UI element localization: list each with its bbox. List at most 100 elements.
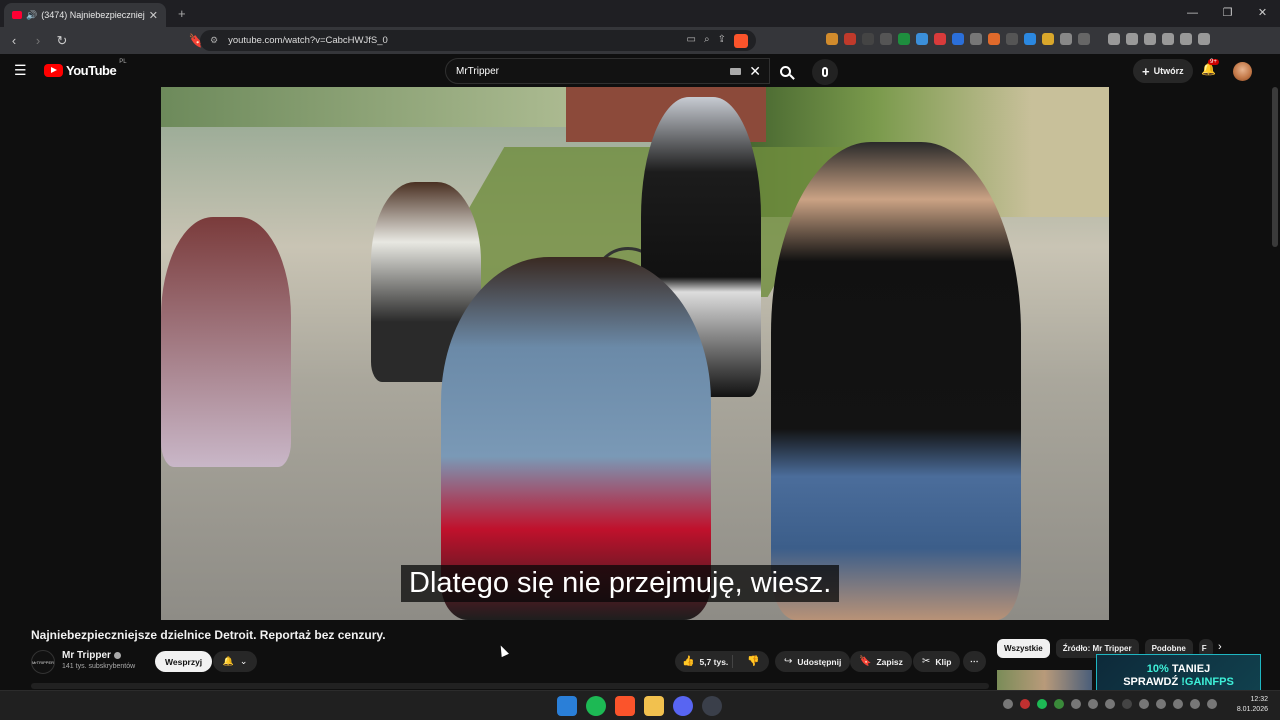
youtube-favicon-icon — [12, 11, 22, 19]
like-count: 5,7 tys. — [699, 656, 729, 667]
maximize-button[interactable]: ❐ — [1210, 0, 1245, 27]
menu-icon[interactable] — [1198, 33, 1210, 45]
video-frame-person — [161, 217, 291, 467]
browser-tab-youtube[interactable]: 🔊 (3474) Najniebezpieczniejsze ✕ — [4, 3, 166, 27]
tray-spotify-icon[interactable] — [1037, 699, 1047, 709]
notifications-button[interactable]: 🔔 9+ — [1201, 59, 1219, 76]
file-explorer-icon[interactable] — [644, 696, 664, 716]
tray-app-icon[interactable] — [1003, 699, 1013, 709]
extension-icon[interactable] — [916, 33, 928, 45]
search-query: MrTripper — [456, 65, 499, 77]
volume-icon[interactable] — [1207, 699, 1217, 709]
system-clock[interactable]: 12:32 8.01.2026 — [1228, 695, 1268, 715]
video-title: Najniebezpieczniejsze dzielnice Detroit.… — [31, 628, 386, 642]
scissors-icon: ✂ — [922, 656, 931, 667]
vpn-icon[interactable] — [1180, 33, 1192, 45]
tray-chevron-icon[interactable] — [1071, 699, 1081, 709]
extension-icon[interactable] — [1006, 33, 1018, 45]
puzzle-icon[interactable] — [1060, 33, 1072, 45]
tray-app-icon[interactable] — [1054, 699, 1064, 709]
dislike-button[interactable]: 👎 — [738, 656, 759, 667]
recommended-video-thumbnail[interactable] — [997, 670, 1092, 690]
steam-icon[interactable] — [702, 696, 722, 716]
extension-icon[interactable] — [826, 33, 838, 45]
extension-icon[interactable] — [952, 33, 964, 45]
thumbs-down-icon: 👎 — [747, 656, 760, 667]
discord-icon[interactable] — [673, 696, 693, 716]
search-input[interactable]: MrTripper ✕ — [445, 58, 770, 84]
page-scrollbar[interactable] — [1272, 87, 1278, 247]
channel-avatar[interactable]: MrTRIPPER — [31, 650, 55, 674]
brave-shields-icon[interactable] — [734, 33, 748, 48]
share-button[interactable]: ↪ Udostępnij — [775, 651, 851, 672]
tray-app-icon[interactable] — [1088, 699, 1098, 709]
voice-search-button[interactable] — [812, 59, 838, 85]
chevron-down-icon: ⌄ — [239, 656, 248, 666]
reload-icon[interactable]: ↻ — [52, 33, 72, 49]
new-tab-button[interactable]: + — [178, 6, 186, 21]
video-player[interactable]: Dlatego się nie przejmuję, wiesz. — [161, 87, 1109, 620]
clock-time: 12:32 — [1250, 696, 1268, 703]
extension-icon[interactable] — [862, 33, 874, 45]
zoom-icon[interactable]: ⌕ — [704, 34, 710, 48]
spotify-icon[interactable] — [586, 696, 606, 716]
youtube-logo[interactable]: YouTube PL — [44, 59, 127, 78]
subscribed-notifications-button[interactable]: 🔔 ⌄ — [213, 651, 257, 672]
network-icon[interactable] — [1190, 699, 1200, 709]
search-button[interactable] — [770, 58, 800, 84]
url-bar[interactable]: ⚙ youtube.com/watch?v=CabcHWJfS_0 ▭ ⌕ ⇪ — [200, 30, 756, 51]
extension-icon[interactable] — [934, 33, 946, 45]
minimize-button[interactable]: — — [1175, 0, 1210, 27]
back-icon[interactable]: ‹ — [4, 33, 24, 48]
extension-icon[interactable] — [898, 33, 910, 45]
extension-icon[interactable] — [1042, 33, 1054, 45]
create-button[interactable]: + Utwórz — [1133, 59, 1193, 83]
microphone-tray-icon[interactable] — [1156, 699, 1166, 709]
hamburger-menu-icon[interactable]: ☰ — [14, 62, 30, 79]
extensions-row — [826, 33, 1210, 45]
site-info-icon[interactable]: ⚙ — [210, 35, 218, 46]
forward-icon[interactable]: › — [28, 33, 48, 48]
brave-browser-icon[interactable] — [615, 696, 635, 716]
close-tab-icon[interactable]: ✕ — [149, 9, 158, 22]
close-window-button[interactable]: ✕ — [1245, 0, 1280, 27]
verified-icon — [113, 651, 121, 659]
extension-icon[interactable] — [1078, 33, 1090, 45]
like-dislike-group: 👍 5,7 tys. 👎 — [675, 651, 769, 672]
microphone-icon — [822, 67, 828, 77]
save-button[interactable]: 🔖 Zapisz — [850, 651, 912, 672]
channel-name[interactable]: Mr Tripper — [62, 650, 121, 661]
extension-icon[interactable] — [880, 33, 892, 45]
clip-button[interactable]: ✂ Klip — [913, 651, 961, 672]
tray-steam-icon[interactable] — [1105, 699, 1115, 709]
chevron-right-icon[interactable]: › — [1218, 641, 1222, 653]
bell-outline-icon: 🔔 — [222, 656, 234, 666]
display-icon[interactable] — [1173, 699, 1183, 709]
leo-icon[interactable] — [1162, 33, 1174, 45]
cast-icon[interactable]: ▭ — [687, 34, 696, 48]
extension-icon[interactable] — [844, 33, 856, 45]
like-button[interactable]: 👍 5,7 tys. — [675, 655, 733, 668]
clear-search-icon[interactable]: ✕ — [749, 63, 761, 80]
media-icon[interactable] — [1108, 33, 1120, 45]
tray-app-icon[interactable] — [1139, 699, 1149, 709]
more-actions-button[interactable]: ⋯ — [963, 651, 986, 672]
share-page-icon[interactable]: ⇪ — [718, 34, 726, 48]
support-button[interactable]: Wesprzyj — [155, 651, 213, 672]
speaker-icon[interactable]: 🔊 — [26, 10, 37, 21]
chip-all[interactable]: Wszystkie — [997, 639, 1050, 658]
wallet-icon[interactable] — [1144, 33, 1156, 45]
share-icon: ↪ — [784, 656, 793, 667]
keyboard-icon[interactable] — [730, 67, 742, 75]
windows-start-icon[interactable] — [557, 696, 577, 716]
tray-app-icon[interactable] — [1020, 699, 1030, 709]
extension-icon[interactable] — [970, 33, 982, 45]
search-icon — [779, 65, 791, 77]
extension-icon[interactable] — [988, 33, 1000, 45]
sidebar-icon[interactable] — [1126, 33, 1138, 45]
create-label: Utwórz — [1153, 66, 1184, 76]
video-subtitle: Dlatego się nie przejmuję, wiesz. — [401, 565, 840, 602]
extension-icon[interactable] — [1024, 33, 1036, 45]
avatar[interactable] — [1233, 62, 1252, 81]
tray-app-icon[interactable] — [1122, 699, 1132, 709]
